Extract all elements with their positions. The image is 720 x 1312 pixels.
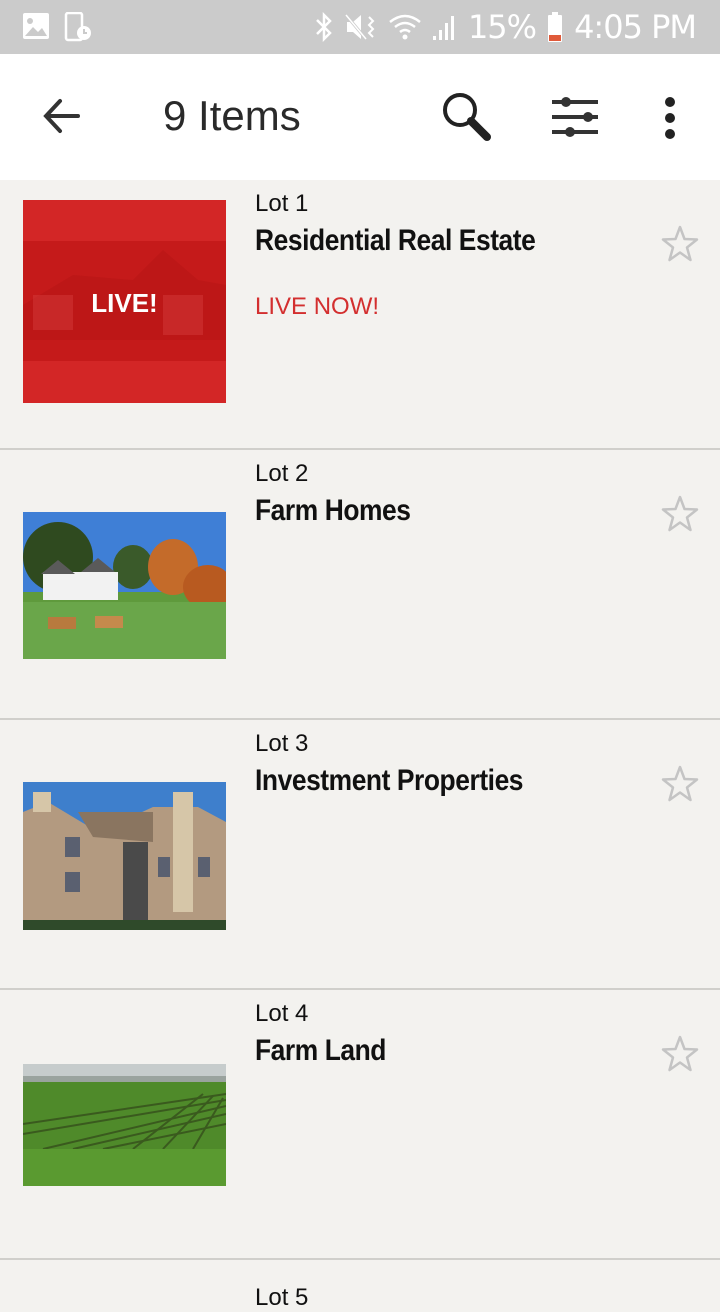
- lot-thumbnail[interactable]: [23, 1064, 226, 1186]
- lot-number: Lot 4: [255, 1000, 309, 1027]
- lot-title[interactable]: Investment Properties: [255, 764, 523, 798]
- lot-number: Lot 3: [255, 730, 309, 757]
- lot-number: Lot 5: [255, 1284, 309, 1311]
- lot-title[interactable]: Farm Homes: [255, 494, 411, 528]
- lot-thumbnail[interactable]: [23, 512, 226, 659]
- bluetooth-icon: [316, 12, 332, 42]
- image-icon: [23, 13, 49, 39]
- back-arrow-icon[interactable]: [40, 96, 84, 136]
- lot-number: Lot 2: [255, 460, 309, 487]
- lot-number: Lot 1: [255, 190, 309, 217]
- list-item[interactable]: Lot 4 Farm Land: [0, 990, 720, 1260]
- list-item[interactable]: LIVE! Lot 1 Residential Real Estate LIVE…: [0, 180, 720, 450]
- favorite-star-icon[interactable]: [660, 764, 700, 804]
- page-title: 9 Items: [163, 92, 301, 139]
- list-item[interactable]: Lot 2 Farm Homes: [0, 450, 720, 720]
- lot-thumbnail[interactable]: LIVE!: [23, 200, 226, 403]
- vibrate-mute-icon: [344, 14, 375, 40]
- favorite-star-icon[interactable]: [660, 224, 700, 264]
- status-bar: 15% 4:05 PM: [0, 0, 720, 54]
- live-badge: LIVE!: [91, 288, 158, 318]
- clock: 4:05 PM: [574, 8, 697, 46]
- lot-title[interactable]: Farm Land: [255, 1034, 386, 1068]
- favorite-star-icon[interactable]: [660, 1034, 700, 1074]
- search-icon[interactable]: [440, 90, 494, 144]
- live-status: LIVE NOW!: [255, 293, 380, 320]
- more-vert-icon[interactable]: [656, 96, 684, 140]
- battery-low-icon: [548, 12, 563, 42]
- signal-icon: [432, 16, 454, 40]
- lot-title[interactable]: Residential Real Estate: [255, 224, 536, 258]
- wifi-icon: [389, 14, 421, 40]
- favorite-star-icon[interactable]: [660, 494, 700, 534]
- filter-sliders-icon[interactable]: [550, 94, 600, 140]
- battery-percent: 15%: [467, 8, 537, 46]
- lot-list: LIVE! Lot 1 Residential Real Estate LIVE…: [0, 180, 720, 1311]
- lot-thumbnail[interactable]: [23, 782, 226, 930]
- screen-timer-icon: [64, 12, 91, 42]
- list-item[interactable]: Lot 3 Investment Properties: [0, 720, 720, 990]
- list-item[interactable]: Lot 5: [0, 1260, 720, 1311]
- app-bar: 9 Items: [0, 54, 720, 180]
